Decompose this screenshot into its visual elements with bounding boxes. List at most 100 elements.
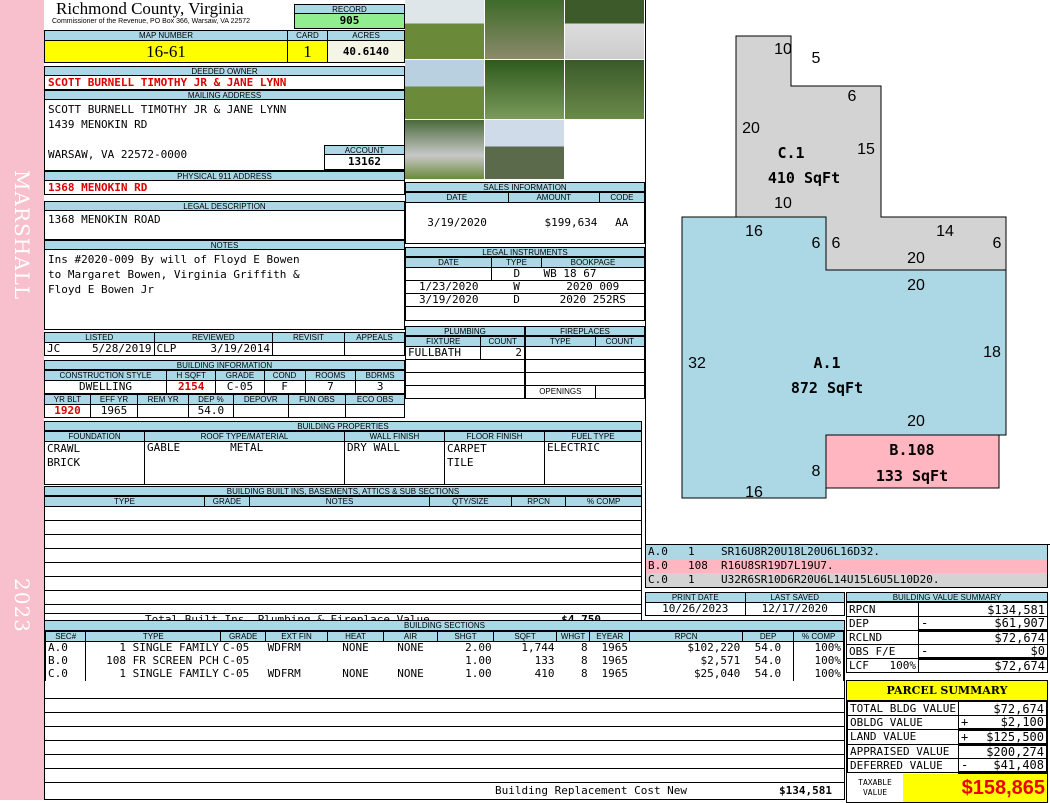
print-date-label: PRINT DATE <box>645 592 746 603</box>
section-cell: 1.00 <box>465 654 492 667</box>
summary-value-cell: + $2,100 <box>957 715 1048 731</box>
summary-value: $72,674 <box>994 659 1045 673</box>
code-sec: C.0 <box>648 573 668 586</box>
owner-label: DEEDED OWNER <box>44 66 405 76</box>
section-cell: C-05 <box>222 654 250 667</box>
section-header: SQFT <box>493 631 557 642</box>
section-cell: 1965 <box>601 641 628 655</box>
bi-header: DEPOVR <box>232 394 289 405</box>
builtin-header: TYPE <box>44 496 205 507</box>
plumbing-header: COUNT <box>480 336 525 347</box>
code-num: 108 <box>688 559 708 572</box>
property-photo[interactable] <box>405 120 484 179</box>
legal-description: 1368 MENOKIN ROAD <box>44 211 405 240</box>
remaining-year <box>137 404 190 418</box>
summary-row: OBLDG VALUE + $2,100 <box>847 715 1048 731</box>
record-value: 905 <box>294 14 405 29</box>
section-cell: B.0 <box>44 654 87 668</box>
summary-key-text: DEFERRED VALUE <box>850 758 943 772</box>
summary-value-cell: $200,274 <box>957 744 1048 759</box>
fireplace-header: TYPE <box>525 336 596 347</box>
sales-label: SALES INFORMATION <box>405 182 645 192</box>
listed-by: JC <box>44 342 69 356</box>
section-cell: 100% <box>793 667 844 681</box>
taxable-value: $158,865 <box>903 774 1047 802</box>
taxable-row: TAXABLE VALUE $158,865 <box>847 774 1047 802</box>
section-cell: 100% <box>793 654 844 668</box>
fuel-type: ELECTRIC <box>544 441 642 485</box>
property-photo[interactable] <box>485 60 564 119</box>
plumbing-header: FIXTURE <box>404 336 482 347</box>
summary-key-text: TOTAL BLDG VALUE <box>850 701 956 715</box>
dates-box: PRINT DATE LAST SAVED 10/26/2023 12/17/202… <box>645 592 845 616</box>
summary-sign: - <box>960 758 969 772</box>
builtin-header: % COMP <box>565 496 642 507</box>
property-photo[interactable] <box>565 60 644 119</box>
code-path: SR16U8R20U18L20U6L16D32. <box>721 545 880 558</box>
property-photo[interactable] <box>485 0 564 59</box>
section-header: SEC# <box>44 631 87 642</box>
builtins-rows <box>44 507 642 614</box>
section-cell <box>384 655 438 668</box>
code-sec: B.0 <box>648 559 668 572</box>
dimension: 20 <box>907 250 925 267</box>
roof-type: GABLE <box>147 441 181 454</box>
section-cell: 54.0 <box>754 641 782 655</box>
sketch-code-row: C.0 1 U32R6SR10D6R20U6L14U15L6U5L10D20. <box>646 573 1047 587</box>
area-sqft: 872 SqFt <box>791 379 863 397</box>
sales-header: CODE <box>598 192 646 203</box>
listed-date: 5/28/2019 <box>68 342 155 356</box>
sales-header: AMOUNT <box>507 192 600 203</box>
summary-key: APPRAISED VALUE <box>847 744 959 759</box>
sketch-code-row: B.0 108 R16U8SR19D7L19U7. <box>646 559 1047 573</box>
bi-header: REM YR <box>137 394 190 405</box>
code-path: U32R6SR10D6R20U6L14U15L6U5L10D20. <box>721 573 940 586</box>
property-photo[interactable] <box>405 60 484 119</box>
empty-row <box>405 359 525 373</box>
section-cell: 8 <box>580 641 588 655</box>
dep-override <box>232 404 289 418</box>
section-cell: 54.0 <box>754 654 782 667</box>
section-header: EYEAR <box>589 631 631 642</box>
section-header: HEAT <box>326 631 385 642</box>
summary-value-cell: $134,581 <box>918 602 1048 617</box>
summary-sign: + <box>960 715 969 729</box>
owner-section: DEEDED OWNER SCOTT BURNELL TIMOTHY JR & … <box>44 66 405 330</box>
li-bookpage: 2020 252RS <box>541 293 645 307</box>
li-type: W <box>491 280 542 294</box>
area-label: B.108 <box>889 441 934 459</box>
functional-obs <box>287 404 347 418</box>
dimension: 16 <box>745 484 763 501</box>
tax-year: 2023 <box>10 578 34 633</box>
floor-finish: CARPET TILE <box>444 441 545 485</box>
map-label: MAP NUMBER <box>44 30 288 41</box>
summary-value: $2,100 <box>1000 715 1044 729</box>
property-photo[interactable] <box>485 120 564 179</box>
summary-row: RPCN $134,581 <box>846 602 1048 617</box>
summary-key: RCLND <box>846 630 919 645</box>
building-sections: BUILDING SECTIONS SEC# TYPE GRADE EXT FIN HE… <box>44 620 845 800</box>
roof-material: METAL <box>230 441 264 454</box>
section-header: TYPE <box>85 631 222 642</box>
fireplaces: FIREPLACES TYPE COUNT OPENINGS <box>525 326 646 399</box>
section-cell: 1.00 <box>465 667 492 680</box>
effective-year: 1965 <box>89 404 139 418</box>
summary-key-text: OBLDG VALUE <box>850 715 923 729</box>
notes-label: NOTES <box>44 240 405 250</box>
property-photo[interactable] <box>565 0 644 59</box>
summary-key-text: LCF <box>849 658 869 672</box>
section-cell <box>266 655 328 668</box>
condition: F <box>263 380 306 394</box>
empty-row <box>405 202 645 217</box>
summary-value-cell: $72,674 <box>918 630 1048 645</box>
li-date <box>405 267 492 281</box>
property-photo[interactable] <box>405 0 484 59</box>
empty-row <box>525 359 645 373</box>
county-header: Richmond County, Virginia Commissioner o… <box>44 0 294 30</box>
summary-key: TOTAL BLDG VALUE <box>847 701 959 716</box>
section-header: SHGT <box>436 631 495 642</box>
section-cell: 1 SINGLE FAMILY <box>119 667 219 680</box>
district-strip: MARSHALL 2023 <box>0 0 44 800</box>
summary-value-cell: $72,674 <box>957 701 1048 716</box>
prop-header: FUEL TYPE <box>544 431 642 442</box>
